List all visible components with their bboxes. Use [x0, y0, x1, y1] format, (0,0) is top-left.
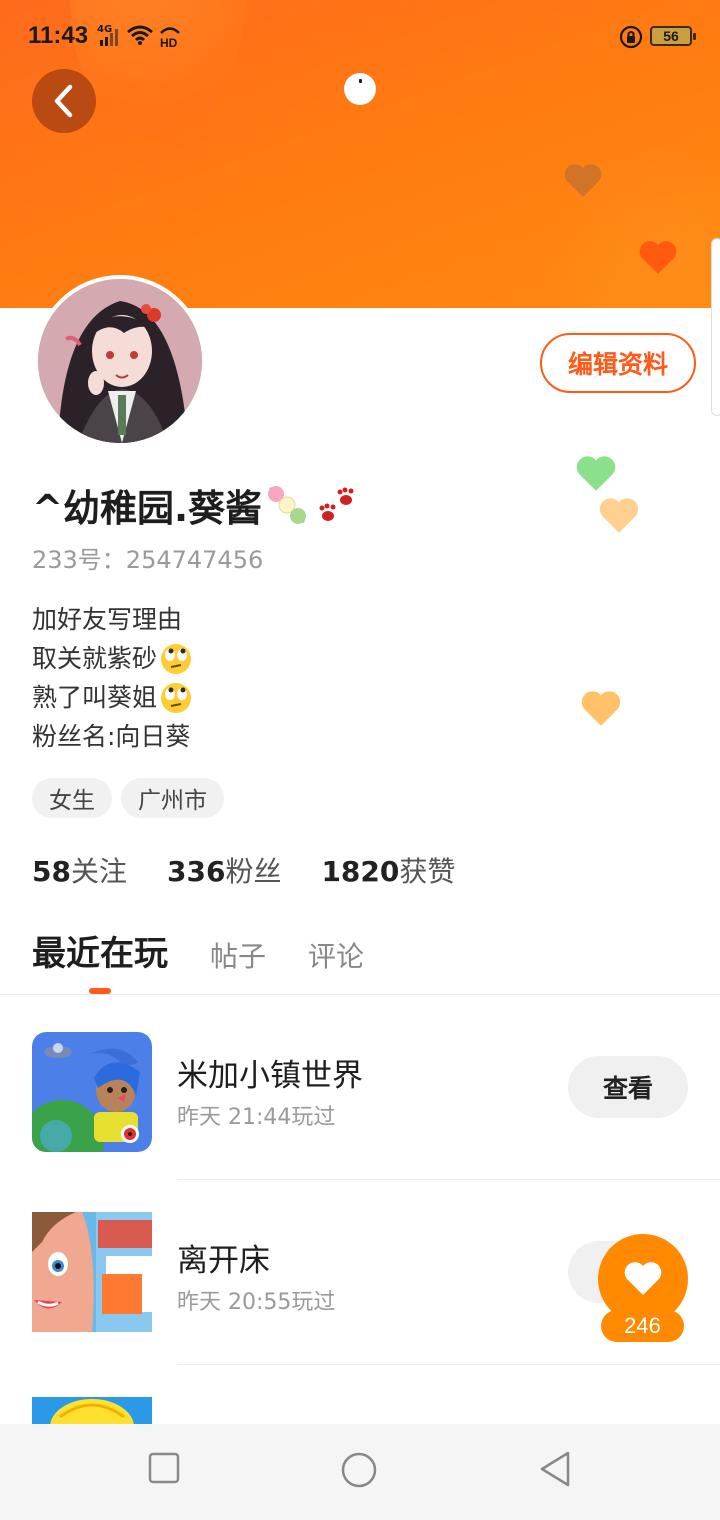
signal-icon — [100, 29, 118, 46]
wifi-icon — [127, 25, 153, 45]
edit-profile-button[interactable]: 编辑资料 — [540, 333, 696, 393]
avatar-illustration — [38, 279, 202, 443]
dango-icon — [268, 486, 307, 524]
bio-line: 取关就紫砂 — [32, 639, 193, 678]
location-tag: 广州市 — [121, 778, 224, 818]
hd-call-icon: HD — [160, 27, 180, 48]
bio-line: 加好友写理由 — [32, 605, 183, 634]
banner-decoration — [520, 150, 720, 308]
status-bar: 11:43 4G HD 56 — [0, 0, 720, 74]
back-button[interactable] — [32, 69, 96, 133]
paw-print-icon — [319, 487, 354, 521]
game-list-item[interactable] — [0, 1365, 720, 1424]
bio-line: 粉丝名:向日葵 — [32, 722, 191, 751]
floating-heart-icon — [576, 456, 616, 491]
floating-heart-icon — [581, 691, 621, 726]
side-panel-handle[interactable] — [711, 238, 720, 416]
fans-stat[interactable]: 336粉丝 — [167, 850, 281, 890]
avatar[interactable] — [34, 275, 206, 447]
game-list-item[interactable]: 米加小镇世界 昨天 21:44玩过 查看 — [0, 995, 720, 1179]
game-title: 离开床 — [177, 1243, 270, 1279]
battery-indicator: 56 — [650, 26, 696, 46]
bio: 加好友写理由 取关就紫砂 熟了叫葵姐 粉丝名:向日葵 — [32, 600, 193, 756]
game-title: 米加小镇世界 — [177, 1058, 363, 1094]
floating-heart-icon — [599, 498, 639, 533]
tab-comments[interactable]: 评论 — [308, 935, 364, 975]
last-played-time: 昨天 20:55玩过 — [177, 1290, 336, 1315]
profile-tabs: 最近在玩 帖子 评论 — [32, 926, 406, 975]
nickname: ^幼稚园.葵酱 — [32, 478, 360, 532]
game-icon — [32, 1212, 152, 1332]
chevron-left-icon — [54, 84, 73, 118]
eye-roll-emoji-icon — [161, 682, 192, 713]
game-icon — [32, 1397, 152, 1424]
status-time: 11:43 — [28, 22, 89, 49]
game-icon — [32, 1032, 152, 1152]
bio-line: 熟了叫葵姐 — [32, 678, 193, 717]
floating-heart-icon — [639, 241, 677, 274]
system-navigation-bar — [0, 1424, 720, 1520]
svg-text:HD: HD — [160, 36, 178, 48]
heart-icon — [624, 1262, 662, 1295]
user-id: 233号：254747456 — [32, 546, 264, 574]
banner-decoration-dot — [344, 73, 376, 105]
home-icon[interactable] — [340, 1451, 378, 1489]
rotation-lock-icon — [619, 25, 643, 49]
profile-banner: 11:43 4G HD 56 — [0, 0, 720, 308]
nickname-text: ^幼稚园.葵酱 — [32, 487, 263, 530]
floating-heart-icon — [564, 164, 602, 197]
profile-tags: 女生 广州市 — [32, 778, 224, 818]
tab-posts[interactable]: 帖子 — [210, 935, 266, 975]
profile-stats: 58关注 336粉丝 1820获赞 — [32, 850, 455, 890]
gender-tag: 女生 — [32, 778, 112, 818]
view-game-button[interactable]: 查看 — [568, 1056, 688, 1118]
back-nav-icon[interactable] — [538, 1450, 574, 1488]
last-played-time: 昨天 21:44玩过 — [177, 1105, 336, 1130]
following-stat[interactable]: 58关注 — [32, 850, 127, 890]
tab-recent-played[interactable]: 最近在玩 — [32, 926, 168, 975]
likes-stat[interactable]: 1820获赞 — [321, 850, 455, 890]
eye-roll-emoji-icon — [161, 643, 192, 674]
recent-apps-icon[interactable] — [148, 1452, 180, 1484]
like-count-badge: 246 — [601, 1310, 684, 1342]
